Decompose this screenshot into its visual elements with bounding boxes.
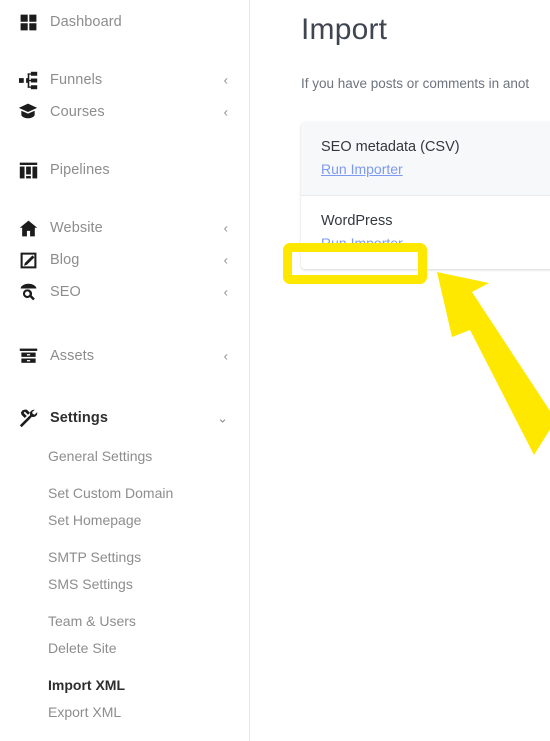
sidebar-subitem-label: Set Custom Domain bbox=[48, 484, 174, 501]
sidebar-subitem-label: Delete Site bbox=[48, 639, 117, 656]
chevron-left-icon[interactable]: ‹ bbox=[224, 350, 228, 363]
sidebar-subitem-set-homepage[interactable]: Set Homepage bbox=[0, 506, 249, 533]
sidebar-item-dashboard[interactable]: Dashboard bbox=[0, 6, 249, 38]
sidebar-subitem-export-xml[interactable]: Export XML bbox=[0, 698, 249, 725]
pipelines-kanban-icon bbox=[17, 159, 39, 181]
importer-row-wordpress: WordPress Run Importer bbox=[301, 196, 550, 269]
run-importer-link-seo-metadata[interactable]: Run Importer bbox=[321, 161, 403, 177]
importers-card: SEO metadata (CSV) Run Importer WordPres… bbox=[301, 122, 550, 269]
sidebar-subitem-general-settings[interactable]: General Settings bbox=[0, 442, 249, 469]
sidebar-subitem-additional-settings[interactable]: Additional Settings bbox=[0, 735, 249, 741]
sidebar-subitem-label: Export XML bbox=[48, 703, 122, 720]
dashboard-grid-icon bbox=[17, 11, 39, 33]
page-description: If you have posts or comments in anot bbox=[301, 76, 530, 91]
sidebar-item-settings[interactable]: Settings ⌄ bbox=[0, 402, 249, 434]
page-title: Import bbox=[301, 13, 388, 46]
importer-name: WordPress bbox=[321, 213, 393, 229]
website-home-icon bbox=[17, 217, 39, 239]
chevron-left-icon[interactable]: ‹ bbox=[224, 286, 228, 299]
sidebar-item-website[interactable]: Website ‹ bbox=[0, 212, 249, 244]
sidebar-item-pipelines[interactable]: Pipelines bbox=[0, 154, 249, 186]
importer-name: SEO metadata (CSV) bbox=[321, 139, 460, 155]
sidebar-item-label: Website bbox=[50, 220, 103, 236]
chevron-left-icon[interactable]: ‹ bbox=[224, 254, 228, 267]
sidebar-subitem-set-custom-domain[interactable]: Set Custom Domain bbox=[0, 479, 249, 506]
app-screen: Dashboard Funnels ‹ Courses ‹ Pipelines bbox=[0, 0, 550, 741]
chevron-down-icon[interactable]: ⌄ bbox=[217, 412, 228, 425]
sidebar-subitem-team-and-users[interactable]: Team & Users bbox=[0, 607, 249, 634]
sidebar-item-label: Courses bbox=[50, 104, 105, 120]
sidebar-item-blog[interactable]: Blog ‹ bbox=[0, 244, 249, 276]
sidebar-subitem-import-xml[interactable]: Import XML bbox=[0, 671, 249, 698]
chevron-left-icon[interactable]: ‹ bbox=[224, 74, 228, 87]
sidebar-item-label: Blog bbox=[50, 252, 80, 268]
chevron-left-icon[interactable]: ‹ bbox=[224, 222, 228, 235]
sidebar-subitem-label: General Settings bbox=[48, 447, 153, 464]
chevron-left-icon[interactable]: ‹ bbox=[224, 106, 228, 119]
sidebar-item-seo[interactable]: SEO ‹ bbox=[0, 276, 249, 308]
main-content: Import If you have posts or comments in … bbox=[250, 0, 550, 741]
sidebar-subitem-label: Team & Users bbox=[48, 612, 136, 629]
sidebar-item-courses[interactable]: Courses ‹ bbox=[0, 96, 249, 128]
sidebar-subitem-smtp-settings[interactable]: SMTP Settings bbox=[0, 543, 249, 570]
sidebar-subitem-label: Import XML bbox=[48, 676, 125, 693]
sidebar: Dashboard Funnels ‹ Courses ‹ Pipelines bbox=[0, 0, 250, 741]
blog-pencil-square-icon bbox=[17, 249, 39, 271]
sidebar-item-assets[interactable]: Assets ‹ bbox=[0, 340, 249, 372]
sidebar-item-funnels[interactable]: Funnels ‹ bbox=[0, 64, 249, 96]
sidebar-subitem-sms-settings[interactable]: SMS Settings bbox=[0, 570, 249, 597]
sidebar-item-label: SEO bbox=[50, 284, 81, 300]
sidebar-subitem-delete-site[interactable]: Delete Site bbox=[0, 634, 249, 661]
seo-magnifier-icon bbox=[17, 281, 39, 303]
funnels-sitemap-icon bbox=[17, 69, 39, 91]
sidebar-item-label: Settings bbox=[50, 410, 108, 426]
sidebar-item-label: Dashboard bbox=[50, 14, 122, 30]
courses-graduation-cap-icon bbox=[17, 101, 39, 123]
importer-row-seo-metadata: SEO metadata (CSV) Run Importer bbox=[301, 122, 550, 196]
sidebar-subitem-label: Set Homepage bbox=[48, 511, 142, 528]
assets-drawer-icon bbox=[17, 345, 39, 367]
sidebar-item-label: Assets bbox=[50, 348, 95, 364]
sidebar-item-label: Funnels bbox=[50, 72, 103, 88]
run-importer-link-wordpress[interactable]: Run Importer bbox=[321, 235, 403, 251]
settings-tools-icon bbox=[17, 407, 39, 429]
sidebar-subitem-label: SMTP Settings bbox=[48, 548, 142, 565]
sidebar-item-label: Pipelines bbox=[50, 162, 110, 178]
sidebar-subitem-label: SMS Settings bbox=[48, 575, 133, 592]
